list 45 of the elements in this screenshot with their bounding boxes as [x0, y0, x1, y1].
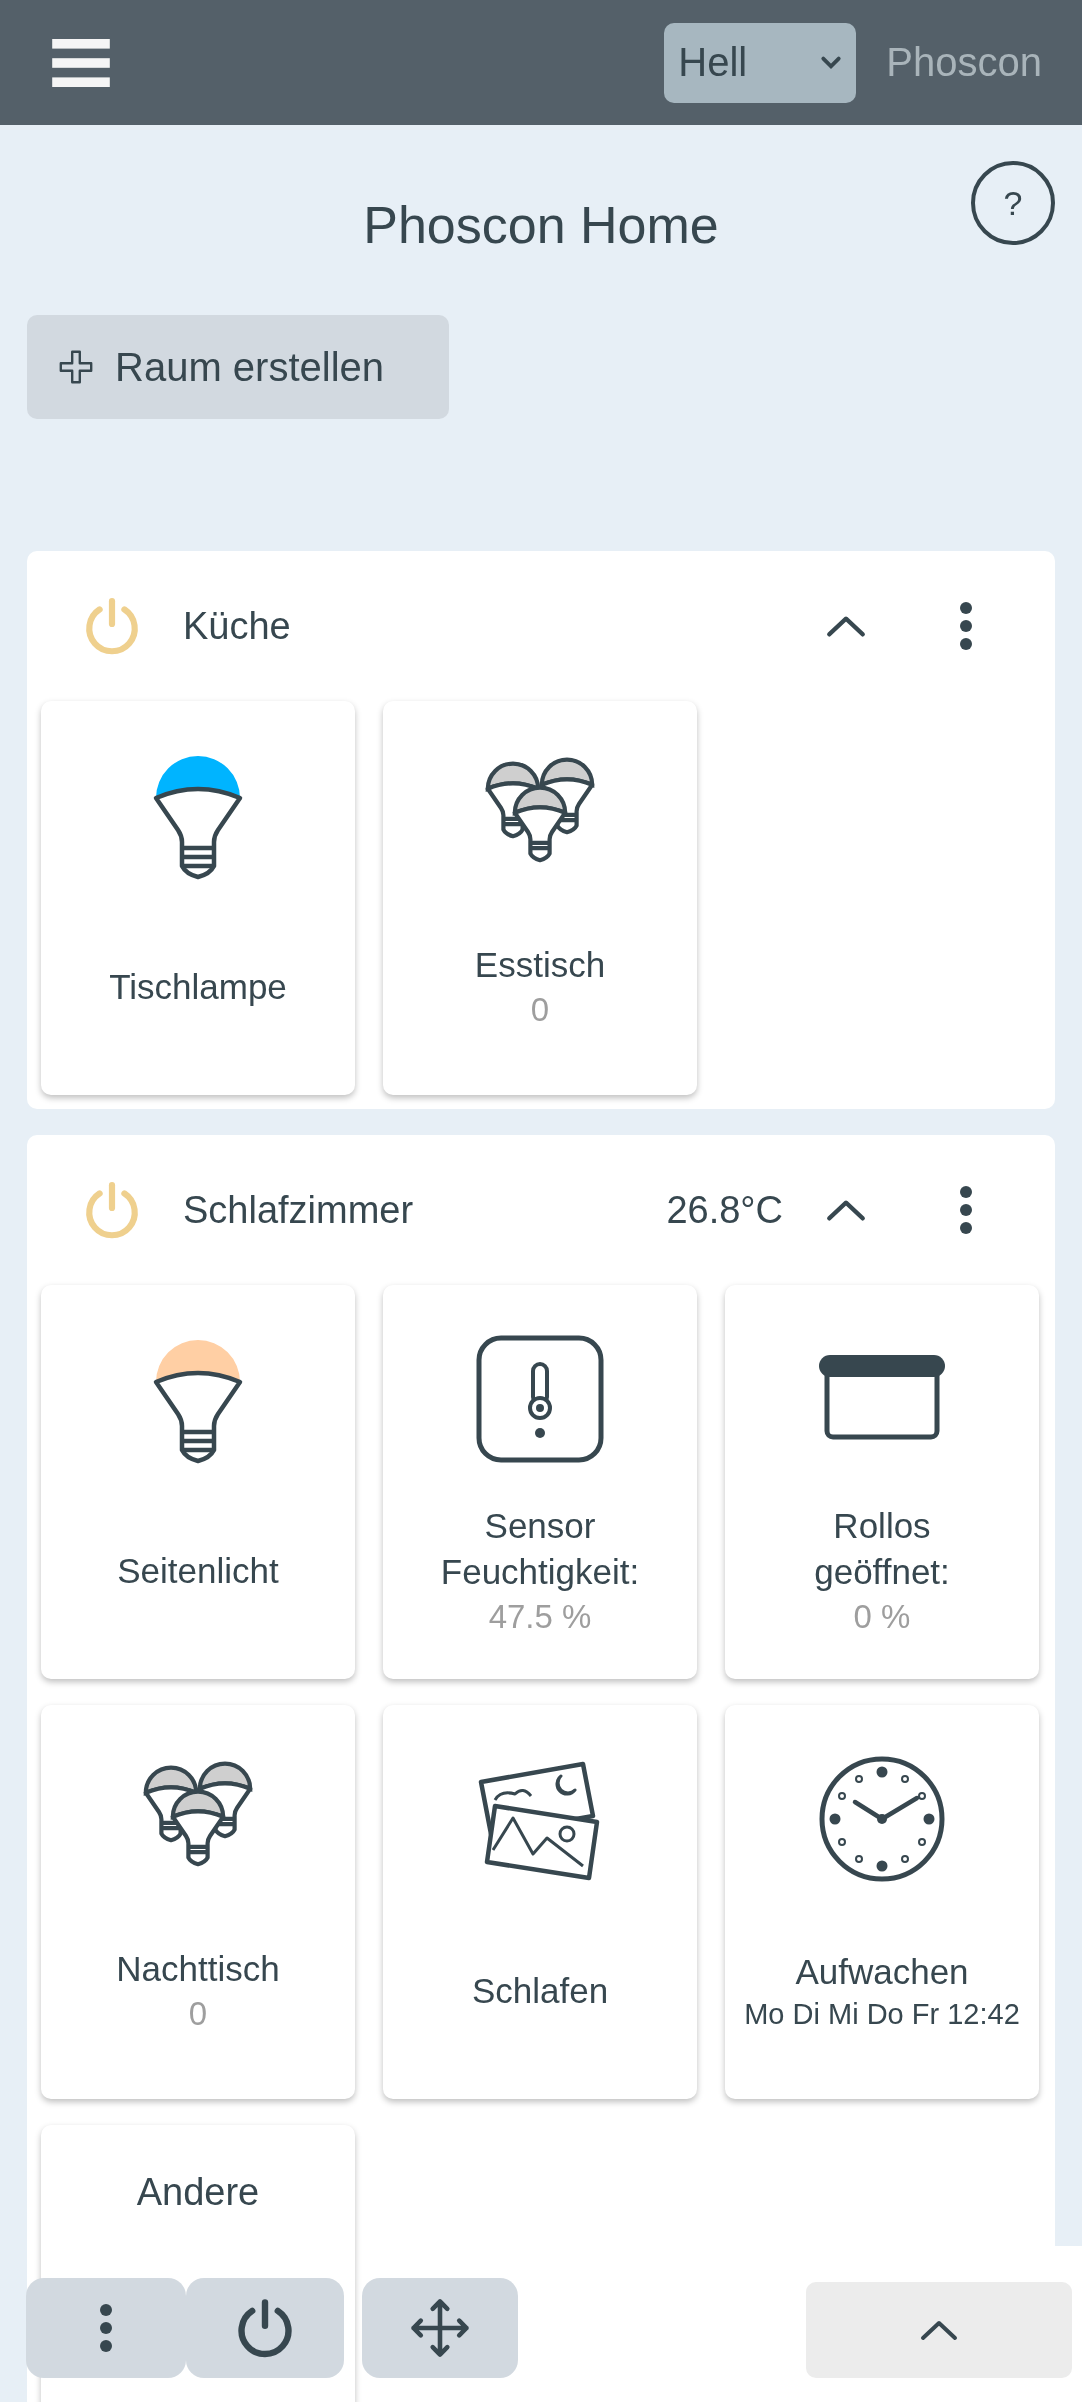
move-button[interactable]	[362, 2278, 518, 2378]
tile-name: Seitenlicht	[117, 1551, 279, 1591]
brand-title: Phoscon	[886, 40, 1042, 85]
page-title: Phoscon Home	[363, 195, 719, 255]
tile-value: 0	[188, 1995, 208, 2033]
tile-name: Rollos	[833, 1506, 931, 1546]
tile-detail: geöffnet:	[814, 1552, 950, 1592]
more-button[interactable]	[26, 2278, 186, 2378]
tile-name: Sensor	[484, 1506, 596, 1546]
create-room-button[interactable]: Raum erstellen	[27, 315, 449, 419]
tile-name: Andere	[136, 2171, 260, 2214]
device-tile[interactable]: Seitenlicht	[41, 1285, 355, 1679]
device-tile[interactable]: Schlafen	[383, 1705, 697, 2099]
caret-icon	[820, 54, 843, 71]
chevron-up-icon	[919, 2318, 959, 2342]
tile-detail: Feuchtigkeit:	[440, 1552, 640, 1592]
menu-icon[interactable]	[52, 38, 110, 87]
tile-value: 0	[530, 991, 550, 1029]
more-icon	[99, 2302, 113, 2354]
device-tile[interactable]: Aufwachen Mo Di Mi Do Fr 12:42	[725, 1705, 1039, 2099]
tile-name: Nachttisch	[116, 1949, 280, 1989]
tile-name: Esstisch	[474, 945, 606, 985]
room-name: Küche	[183, 604, 292, 648]
more-icon[interactable]	[959, 600, 973, 652]
more-icon[interactable]	[959, 1184, 973, 1236]
clock-icon	[817, 1754, 947, 1884]
move-icon	[408, 2296, 472, 2360]
device-tile[interactable]: Nachttisch 0	[41, 1705, 355, 2099]
device-tile[interactable]: Tischlampe	[41, 701, 355, 1095]
device-tile[interactable]: Sensor Feuchtigkeit: 47.5 %	[383, 1285, 697, 1679]
tile-name: Tischlampe	[109, 967, 287, 1007]
device-tile[interactable]: Rollos geöffnet: 0 %	[725, 1285, 1039, 1679]
theme-select[interactable]: Hell	[664, 22, 857, 103]
tile-value: 47.5 %	[488, 1598, 592, 1636]
thermometer-icon	[475, 1334, 605, 1464]
plus-icon	[57, 348, 95, 386]
tile-name: Schlafen	[471, 1971, 609, 2011]
room-name: Schlafzimmer	[183, 1188, 415, 1232]
power-button[interactable]	[186, 2278, 344, 2378]
tile-name: Aufwachen	[795, 1951, 969, 1992]
help-button[interactable]: ?	[971, 161, 1055, 245]
tile-detail: Mo Di Mi Do Fr 12:42	[744, 1997, 1020, 2031]
tile-value: 0 %	[853, 1598, 911, 1636]
room-temperature: 26.8°C	[666, 1188, 783, 1232]
device-tile[interactable]: Esstisch 0	[383, 701, 697, 1095]
